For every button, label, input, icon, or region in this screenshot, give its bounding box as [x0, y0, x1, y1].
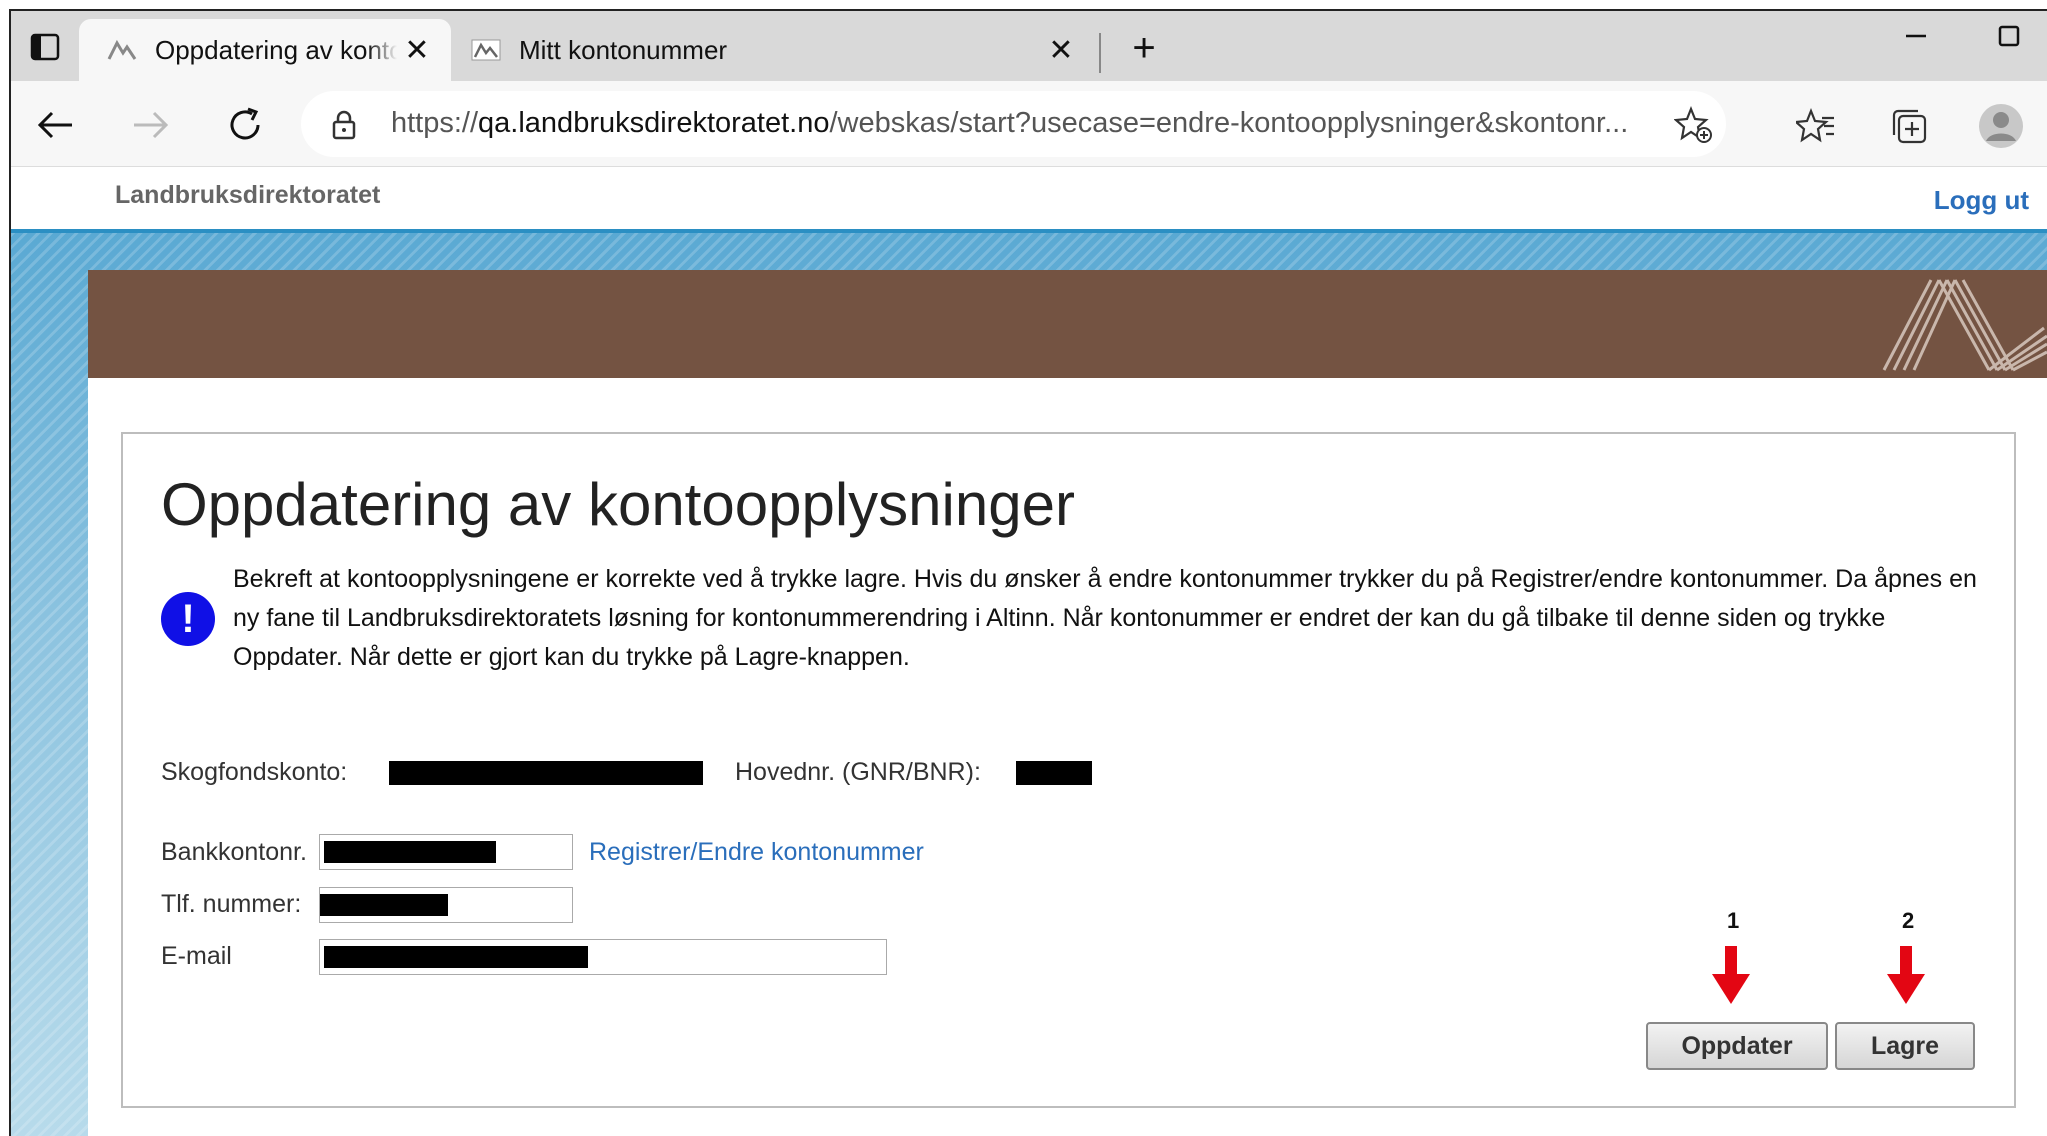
info-message: Bekreft at kontoopplysningene er korrekt… — [233, 565, 1977, 671]
email-value — [324, 946, 588, 968]
tab-mitt-kontonummer[interactable]: Mitt kontonummer ✕ — [457, 19, 1095, 81]
url-host: qa.landbruksdirektoratet.no — [478, 107, 830, 139]
tab-separator — [1099, 33, 1101, 73]
back-arrow-icon[interactable] — [29, 99, 81, 151]
tab-close-icon[interactable]: ✕ — [1041, 33, 1081, 68]
minimize-icon[interactable] — [1886, 21, 1946, 71]
tab-close-icon[interactable]: ✕ — [397, 33, 437, 68]
tab-oppdatering[interactable]: Oppdatering av kontoopplysninger ✕ — [79, 19, 451, 81]
browser-tab-strip: Oppdatering av kontoopplysninger ✕ Mitt … — [11, 11, 2047, 81]
bankkontonr-label: Bankkontonr. — [161, 838, 307, 866]
brand-name[interactable]: Landbruksdirektoratet — [115, 181, 380, 210]
browser-toolbar: https://qa.landbruksdirektoratet.no/webs… — [11, 81, 2047, 167]
register-account-link[interactable]: Registrer/Endre kontonummer — [589, 838, 924, 867]
collections-icon[interactable] — [1884, 101, 1934, 151]
site-header: Landbruksdirektoratet Logg ut — [11, 167, 2047, 229]
profile-avatar-icon[interactable] — [1976, 101, 2026, 151]
tlf-label: Tlf. nummer: — [161, 890, 302, 918]
tlf-value — [320, 894, 448, 916]
step-1-label: 1 — [1727, 908, 1740, 933]
logout-link[interactable]: Logg ut — [1934, 185, 2029, 216]
tlf-field[interactable] — [319, 887, 573, 923]
account-update-panel: Oppdatering av kontoopplysninger ! Bekre… — [121, 432, 2016, 1108]
email-label: E-mail — [161, 942, 232, 970]
bankkontonr-field[interactable] — [319, 834, 573, 870]
address-bar[interactable]: https://qa.landbruksdirektoratet.no/webs… — [301, 91, 1726, 157]
add-favorite-icon[interactable] — [1674, 105, 1714, 145]
url-text: https://qa.landbruksdirektoratet.no/webs… — [391, 107, 1628, 140]
red-arrow-down-icon — [1712, 946, 1750, 1004]
email-field[interactable] — [319, 939, 887, 975]
lock-icon — [332, 110, 356, 140]
bankkontonr-value — [324, 841, 496, 863]
tab-title: Oppdatering av kontoopplysninger — [155, 34, 397, 65]
red-arrow-down-icon — [1887, 946, 1925, 1004]
oppdater-button[interactable]: Oppdater — [1646, 1022, 1828, 1070]
info-exclamation-icon: ! — [161, 592, 215, 646]
hovednr-label: Hovednr. (GNR/BNR): — [735, 758, 981, 786]
screenshot-frame: Oppdatering av kontoopplysninger ✕ Mitt … — [9, 9, 2047, 1136]
tab-actions-icon[interactable] — [15, 25, 75, 69]
reload-icon[interactable] — [219, 99, 271, 151]
step-2-label: 2 — [1902, 908, 1915, 933]
main-content: Oppdatering av kontoopplysninger ! Bekre… — [88, 270, 2047, 1136]
page-title: Oppdatering av kontoopplysninger — [161, 471, 1075, 538]
tab-title: Mitt kontonummer — [519, 34, 728, 65]
site-favicon-icon — [107, 39, 137, 60]
landbruksdirektoratet-logo-icon — [1882, 279, 2047, 372]
favorites-icon[interactable] — [1791, 101, 1841, 151]
lagre-button[interactable]: Lagre — [1835, 1022, 1975, 1070]
skogfondskonto-value — [389, 761, 703, 785]
url-scheme: https:// — [391, 107, 479, 139]
brown-banner — [88, 270, 2047, 378]
maximize-icon[interactable] — [1979, 21, 2039, 71]
forward-arrow-icon[interactable] — [125, 99, 177, 151]
site-favicon-icon — [471, 39, 501, 61]
skogfondskonto-label: Skogfondskonto: — [161, 758, 348, 786]
hovednr-value — [1016, 761, 1092, 785]
new-tab-button[interactable]: + — [1119, 23, 1169, 73]
url-path: /webskas/start?usecase=endre-kontoopplys… — [829, 107, 1629, 139]
